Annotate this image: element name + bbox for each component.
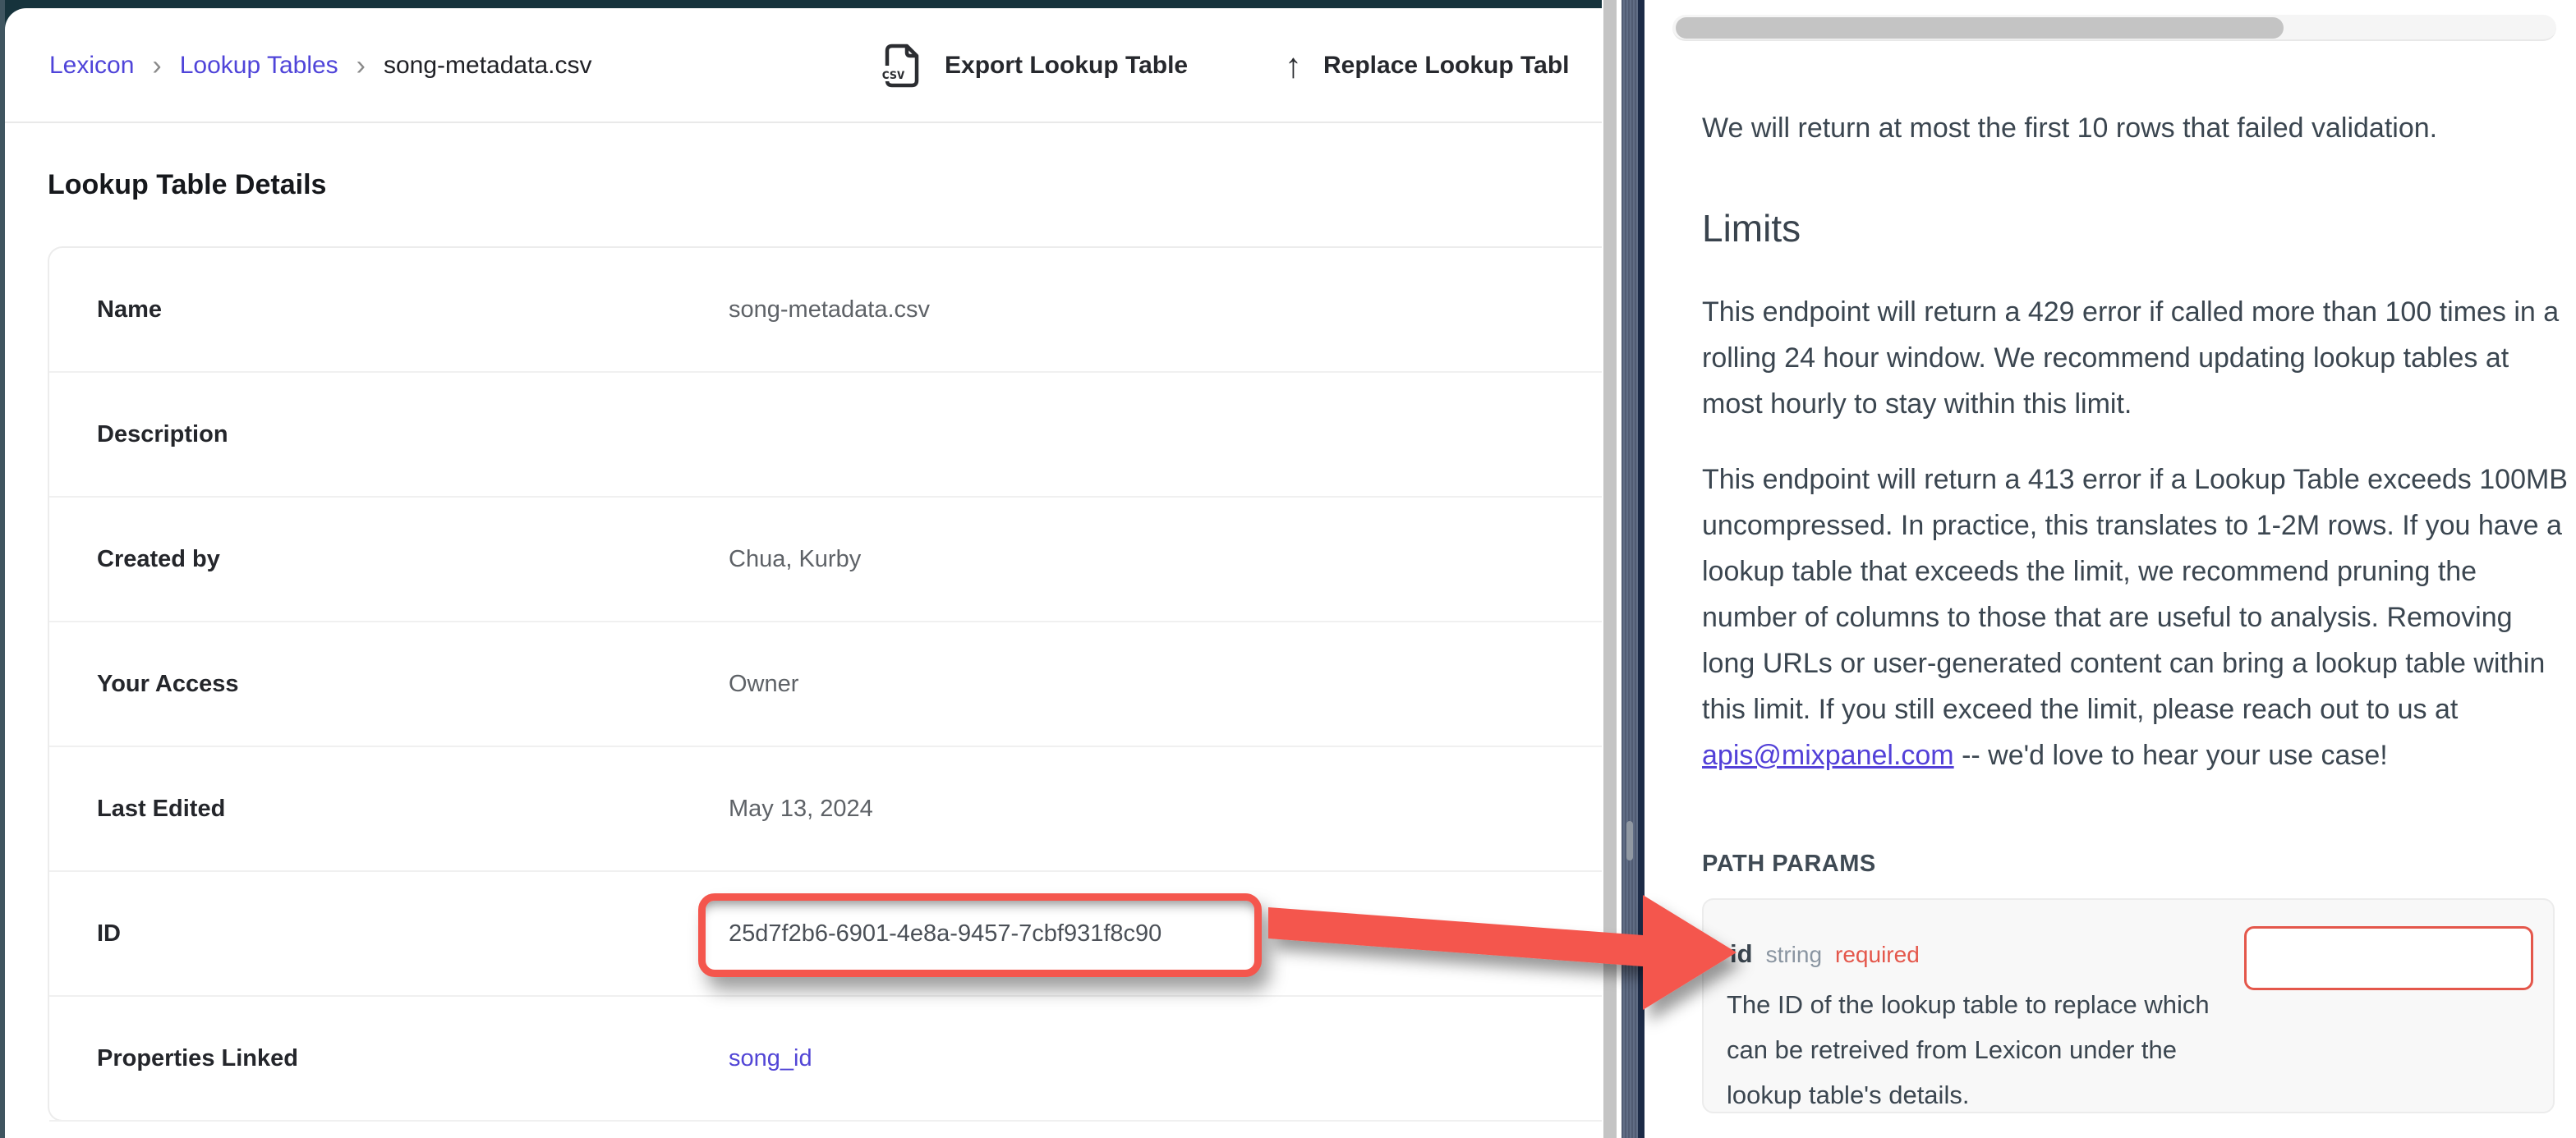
export-lookup-table-button[interactable]: csv Export Lookup Table <box>881 8 1188 123</box>
table-row-name: Name song-metadata.csv <box>49 248 1602 373</box>
param-description: The ID of the lookup table to replace wh… <box>1727 982 2211 1117</box>
param-required-badge: required <box>1835 942 1920 968</box>
lexicon-window: Lexicon › Lookup Tables › song-metadata.… <box>5 8 1602 1138</box>
docs-sidebar-edge <box>1638 0 1644 1138</box>
left-window-scrollbar[interactable] <box>1603 0 1617 1138</box>
limits-429-paragraph: This endpoint will return a 429 error if… <box>1702 289 2573 427</box>
intro-paragraph: We will return at most the first 10 rows… <box>1702 105 2573 151</box>
limits-413-paragraph: This endpoint will return a 413 error if… <box>1702 457 2573 778</box>
apis-email-link[interactable]: apis@mixpanel.com <box>1702 740 1954 771</box>
svg-text:csv: csv <box>881 67 904 83</box>
breadcrumb-current-file: song-metadata.csv <box>384 52 591 80</box>
row-label: ID <box>49 920 121 948</box>
lookup-table-id-value: 25d7f2b6-6901-4e8a-9457-7cbf931f8c90 <box>729 920 1162 948</box>
linked-property-link[interactable]: song_id <box>729 1045 812 1072</box>
row-label: Name <box>49 296 162 324</box>
id-param-input[interactable] <box>2244 926 2533 990</box>
table-row-description: Description <box>49 373 1602 498</box>
param-type: string <box>1766 942 1822 968</box>
table-row-created-by: Created by Chua, Kurby <box>49 498 1602 622</box>
row-value: Chua, Kurby <box>729 546 861 573</box>
csv-file-icon: csv <box>881 42 923 89</box>
row-label: Properties Linked <box>49 1045 298 1072</box>
row-value: Owner <box>729 671 798 698</box>
table-row-last-edited: Last Edited May 13, 2024 <box>49 747 1602 872</box>
docs-sidebar-scroll-thumb[interactable] <box>1626 821 1633 860</box>
path-params-label: PATH PARAMS <box>1702 851 1876 878</box>
replace-lookup-table-button[interactable]: ↑ Replace Lookup Tabl <box>1285 8 1570 123</box>
breadcrumb-lexicon[interactable]: Lexicon <box>49 52 134 80</box>
row-label: Description <box>49 421 228 448</box>
export-button-label: Export Lookup Table <box>945 52 1188 80</box>
param-header: id string required <box>1730 939 1920 969</box>
row-label: Your Access <box>49 671 238 698</box>
lookup-table-details-card: Name song-metadata.csv Description Creat… <box>48 246 1602 1122</box>
row-label: Last Edited <box>49 796 225 823</box>
horizontal-scrollbar-thumb[interactable] <box>1676 17 2284 39</box>
screenshot-root: Lexicon › Lookup Tables › song-metadata.… <box>0 0 2576 1138</box>
table-row-your-access: Your Access Owner <box>49 622 1602 747</box>
row-label: Created by <box>49 546 220 573</box>
param-name: id <box>1730 939 1753 969</box>
breadcrumb-lookup-tables[interactable]: Lookup Tables <box>180 52 338 80</box>
desktop-top-strip <box>0 0 1602 8</box>
table-row-properties-linked: Properties Linked song_id <box>49 997 1602 1122</box>
row-value: May 13, 2024 <box>729 796 873 823</box>
table-row-id: ID 25d7f2b6-6901-4e8a-9457-7cbf931f8c90 <box>49 872 1602 997</box>
docs-sidebar-sliver <box>1622 0 1638 1138</box>
limits-413-text: This endpoint will return a 413 error if… <box>1702 464 2568 725</box>
row-value: song-metadata.csv <box>729 296 930 324</box>
limits-413-text-after: -- we'd love to hear your use case! <box>1954 740 2388 771</box>
replace-button-label: Replace Lookup Tabl <box>1323 52 1570 80</box>
chevron-right-icon: › <box>356 50 366 82</box>
chevron-right-icon: › <box>152 50 161 82</box>
lexicon-header: Lexicon › Lookup Tables › song-metadata.… <box>5 8 1602 123</box>
upload-arrow-icon: ↑ <box>1285 48 1302 83</box>
limits-heading: Limits <box>1702 204 1801 253</box>
id-param-card: id string required The ID of the lookup … <box>1702 898 2555 1113</box>
page-title: Lookup Table Details <box>48 169 326 201</box>
breadcrumb: Lexicon › Lookup Tables › song-metadata.… <box>49 8 591 123</box>
